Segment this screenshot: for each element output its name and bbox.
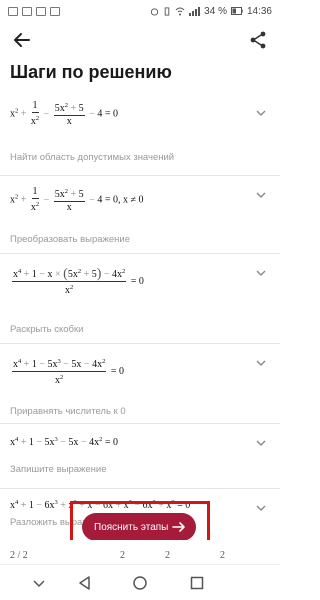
back-triangle-icon[interactable] xyxy=(76,574,94,592)
signal-icon xyxy=(189,6,201,16)
arrow-left-icon xyxy=(14,33,30,47)
notification-icon-2 xyxy=(22,6,32,16)
explain-steps-label: Пояснить этапы xyxy=(94,521,169,533)
explain-steps-button[interactable]: Пояснить этапы xyxy=(82,513,196,541)
step-5-description: Запишите выражение xyxy=(10,464,107,475)
step-1-description: Найти область допустимых значений xyxy=(10,152,175,163)
wifi-icon xyxy=(175,7,185,15)
vibrate-icon xyxy=(164,6,170,16)
chevron-down-icon xyxy=(256,110,266,116)
next-step-preview: 2 / 2 2 2 2 xyxy=(0,540,280,564)
chevron-down-nav-icon[interactable] xyxy=(30,574,48,592)
page-title: Шаги по решению xyxy=(10,62,172,82)
svg-text:2 / 2: 2 / 2 xyxy=(10,550,28,561)
share-button[interactable] xyxy=(246,28,270,52)
notification-icon xyxy=(8,6,18,16)
status-icons-right: 34 % 14:36 xyxy=(150,6,272,17)
step-item-4[interactable]: x4 + 1 − 5x3 − 5x − 4x2 x2 = 0 Приравнять… xyxy=(0,344,280,424)
status-bar: 34 % 14:36 xyxy=(0,0,280,22)
battery-icon xyxy=(230,7,243,15)
svg-text:2: 2 xyxy=(220,550,225,561)
chevron-down-icon xyxy=(256,505,266,511)
arrow-right-icon xyxy=(172,522,185,532)
step-5-expression: x4 + 1 − 5x3 − 5x − 4x2 = 0 xyxy=(10,436,118,448)
step-item-1[interactable]: x2 + 1 x2 − 5x2 + 5x − 4 = 0 Найти област… xyxy=(0,88,280,176)
battery-percent: 34 % xyxy=(204,5,227,17)
chevron-down-icon xyxy=(256,360,266,366)
chevron-down-icon xyxy=(256,192,266,198)
step-3-description: Раскрыть скобки xyxy=(10,324,84,335)
step-2-expression: x2 + 1 x2 − 5x2 + 5x − 4 = 0, x ≠ 0 xyxy=(10,186,144,213)
step-1-expression: x2 + 1 x2 − 5x2 + 5x − 4 = 0 xyxy=(10,100,118,127)
clock: 14:36 xyxy=(246,5,272,17)
system-nav-bar xyxy=(0,564,280,600)
svg-text:2: 2 xyxy=(165,550,170,561)
partial-expression-glyphs: 2 / 2 2 2 2 xyxy=(10,550,225,561)
back-button[interactable] xyxy=(10,28,34,52)
svg-text:2: 2 xyxy=(120,550,125,561)
home-circle-icon[interactable] xyxy=(131,574,149,592)
notification-icon-3 xyxy=(36,6,46,16)
steps-list: x2 + 1 x2 − 5x2 + 5x − 4 = 0 Найти област… xyxy=(0,88,280,549)
chevron-down-icon xyxy=(256,270,266,276)
alarm-icon xyxy=(151,7,159,16)
step-3-expression: x4 + 1 − x × (5x2 + 5) − 4x2 x2 = 0 xyxy=(12,266,144,296)
status-icons-left xyxy=(8,6,60,16)
step-item-2[interactable]: x2 + 1 x2 − 5x2 + 5x − 4 = 0, x ≠ 0 Преоб… xyxy=(0,176,280,254)
step-item-3[interactable]: x4 + 1 − x × (5x2 + 5) − 4x2 x2 = 0 Раскр… xyxy=(0,254,280,344)
recents-square-icon[interactable] xyxy=(188,574,206,592)
notification-icon-4 xyxy=(50,6,60,16)
top-app-bar xyxy=(0,28,280,54)
share-icon xyxy=(250,31,266,49)
step-4-expression: x4 + 1 − 5x3 − 5x − 4x2 x2 = 0 xyxy=(12,358,124,386)
step-item-5[interactable]: x4 + 1 − 5x3 − 5x − 4x2 = 0 Запишите выр… xyxy=(0,424,280,489)
step-2-description: Преобразовать выражение xyxy=(10,234,130,245)
step-4-description: Приравнять числитель к 0 xyxy=(10,406,126,417)
chevron-down-icon xyxy=(256,440,266,446)
